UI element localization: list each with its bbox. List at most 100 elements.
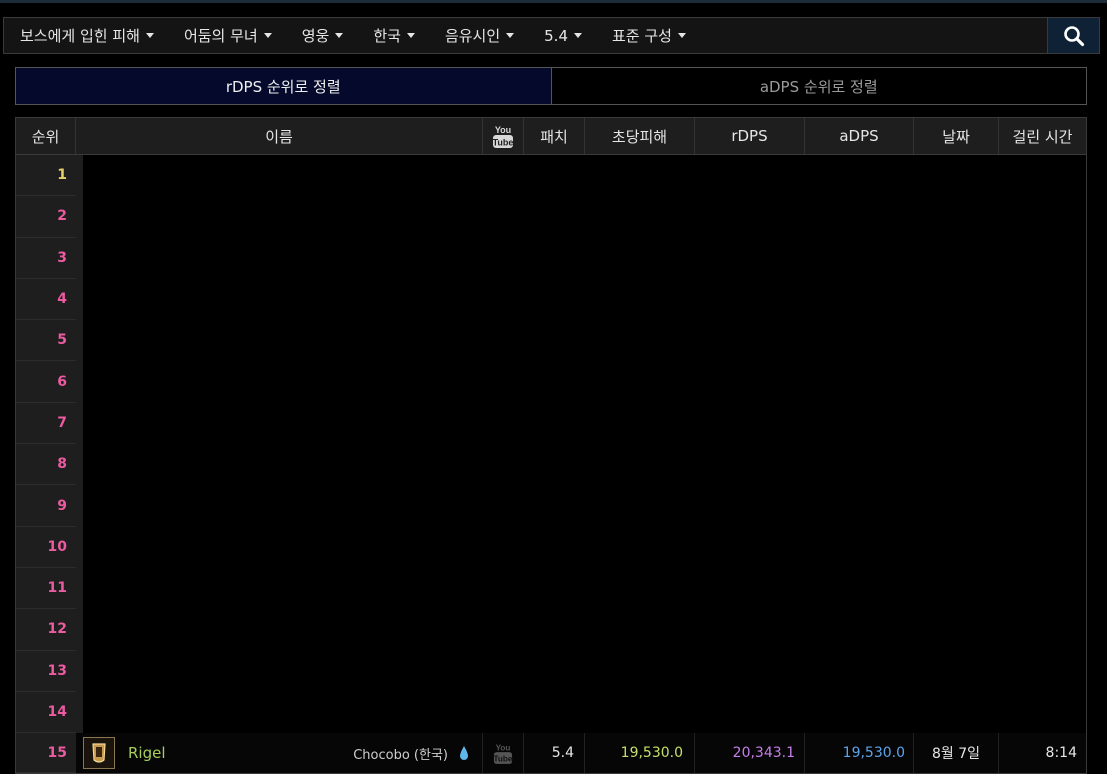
date-cell: 8월 7일 xyxy=(914,733,999,774)
empty-row-content xyxy=(83,609,1086,651)
header-adps[interactable]: aDPS xyxy=(805,118,914,154)
empty-row-content xyxy=(83,444,1086,486)
table-row: 14 xyxy=(16,691,1086,734)
header-date[interactable]: 날짜 xyxy=(914,118,999,154)
rank-cell: 8 xyxy=(16,444,76,486)
rank-cell: 5 xyxy=(16,320,76,362)
header-name[interactable]: 이름 xyxy=(76,118,483,154)
header-rank[interactable]: 순위 xyxy=(16,118,76,154)
row-gutter xyxy=(76,526,83,568)
table-row: 6 xyxy=(16,361,1086,403)
filter-label: 5.4 xyxy=(544,26,568,45)
server-name: Chocobo (한국) xyxy=(353,747,448,763)
dps-cell: 19,530.0 xyxy=(585,733,695,774)
header-patch[interactable]: 패치 xyxy=(524,118,585,154)
empty-row-content xyxy=(83,278,1086,321)
table-row: 5 xyxy=(16,320,1086,362)
table-row: 11 xyxy=(16,567,1086,610)
caret-down-icon xyxy=(406,33,415,38)
search-icon xyxy=(1063,25,1084,46)
filter-label: 한국 xyxy=(373,27,401,45)
filter-composition-dropdown[interactable]: 표준 구성 xyxy=(597,18,701,53)
caret-down-icon xyxy=(677,33,686,38)
row-gutter xyxy=(76,402,83,445)
bard-job-icon xyxy=(83,737,115,770)
empty-row-content xyxy=(83,650,1086,692)
table-row: 13 xyxy=(16,650,1086,692)
top-divider xyxy=(0,0,1107,3)
filter-patch-dropdown[interactable]: 5.4 xyxy=(529,18,597,53)
table-row[interactable]: 15 Rigel Chocobo (한국) You Tube 5.4 19,53… xyxy=(16,733,1086,774)
filter-label: 음유시인 xyxy=(444,27,501,45)
header-dps[interactable]: 초당피해 xyxy=(585,118,695,154)
rank-cell: 13 xyxy=(16,650,76,692)
row-gutter xyxy=(76,567,83,610)
empty-row-content xyxy=(83,237,1086,279)
filter-label: 어둠의 무녀 xyxy=(183,27,258,45)
svg-text:You: You xyxy=(496,743,511,752)
row-gutter xyxy=(76,196,83,238)
filter-bar: 보스에게 입힌 피해 어둠의 무녀 영웅 한국 음유시인 5.4 표준 구성 xyxy=(3,17,1100,54)
table-row: 12 xyxy=(16,609,1086,651)
youtube-icon: You Tube xyxy=(493,125,513,148)
rank-cell: 11 xyxy=(16,567,76,610)
table-row: 7 xyxy=(16,402,1086,445)
filter-encounter-dropdown[interactable]: 어둠의 무녀 xyxy=(169,18,287,53)
rank-cell: 14 xyxy=(16,691,76,734)
duration-cell[interactable]: 8:14 xyxy=(999,733,1086,774)
empty-row-content xyxy=(83,567,1086,610)
filter-label: 보스에게 입힌 피해 xyxy=(20,27,140,45)
rank-cell: 4 xyxy=(16,278,76,321)
svg-text:Tube: Tube xyxy=(494,755,513,764)
empty-row-content xyxy=(83,320,1086,362)
table-row: 3 xyxy=(16,237,1086,279)
filter-region-dropdown[interactable]: 한국 xyxy=(358,18,430,53)
empty-row-content xyxy=(83,155,1086,197)
empty-row-content xyxy=(83,402,1086,445)
caret-down-icon xyxy=(145,33,154,38)
table-row: 2 xyxy=(16,196,1086,238)
header-duration[interactable]: 걸린 시간 xyxy=(999,118,1086,154)
row-gutter xyxy=(76,485,83,527)
tab-sort-adps[interactable]: aDPS 순위로 정렬 xyxy=(551,68,1086,104)
empty-row-content xyxy=(83,361,1086,403)
caret-down-icon xyxy=(335,33,344,38)
header-youtube: You Tube xyxy=(483,118,524,154)
header-rdps[interactable]: rDPS xyxy=(695,118,805,154)
tab-sort-rdps[interactable]: rDPS 순위로 정렬 xyxy=(16,68,552,104)
character-name-link[interactable]: Rigel xyxy=(128,744,166,762)
empty-row-content xyxy=(83,691,1086,734)
filter-class-dropdown[interactable]: 음유시인 xyxy=(430,18,529,53)
empty-row-content xyxy=(83,485,1086,527)
rank-cell: 3 xyxy=(16,237,76,279)
empty-row-content xyxy=(83,196,1086,238)
sort-tabs: rDPS 순위로 정렬 aDPS 순위로 정렬 xyxy=(15,67,1087,105)
svg-text:You: You xyxy=(495,125,511,135)
rank-cell: 6 xyxy=(16,361,76,403)
filter-difficulty-dropdown[interactable]: 영웅 xyxy=(287,18,359,53)
row-gutter xyxy=(76,650,83,692)
table-row: 8 xyxy=(16,444,1086,486)
caret-down-icon xyxy=(574,33,582,38)
water-drop-icon xyxy=(460,746,468,761)
row-gutter xyxy=(76,155,83,197)
table-body: 1 2 3 4 5 6 7 8 9 10 11 12 13 14 15 Rige… xyxy=(16,155,1086,774)
youtube-icon: You Tube xyxy=(494,743,513,765)
caret-down-icon xyxy=(506,33,515,38)
table-row: 9 xyxy=(16,485,1086,527)
rank-cell: 2 xyxy=(16,196,76,238)
row-gutter xyxy=(76,361,83,403)
rank-cell: 1 xyxy=(16,155,76,197)
search-button[interactable] xyxy=(1047,18,1099,53)
table-header: 순위 이름 You Tube 패치 초당피해 rDPS aDPS 날짜 걸린 시… xyxy=(16,117,1086,155)
filter-metric-dropdown[interactable]: 보스에게 입힌 피해 xyxy=(4,18,169,53)
row-gutter xyxy=(76,237,83,279)
filter-label: 영웅 xyxy=(301,27,330,45)
rdps-cell: 20,343.1 xyxy=(695,733,805,774)
rank-cell: 7 xyxy=(16,402,76,445)
row-gutter xyxy=(76,278,83,321)
patch-cell: 5.4 xyxy=(524,733,585,774)
rank-cell: 12 xyxy=(16,609,76,651)
rankings-table: 순위 이름 You Tube 패치 초당피해 rDPS aDPS 날짜 걸린 시… xyxy=(15,117,1087,774)
youtube-cell[interactable]: You Tube xyxy=(483,733,524,774)
